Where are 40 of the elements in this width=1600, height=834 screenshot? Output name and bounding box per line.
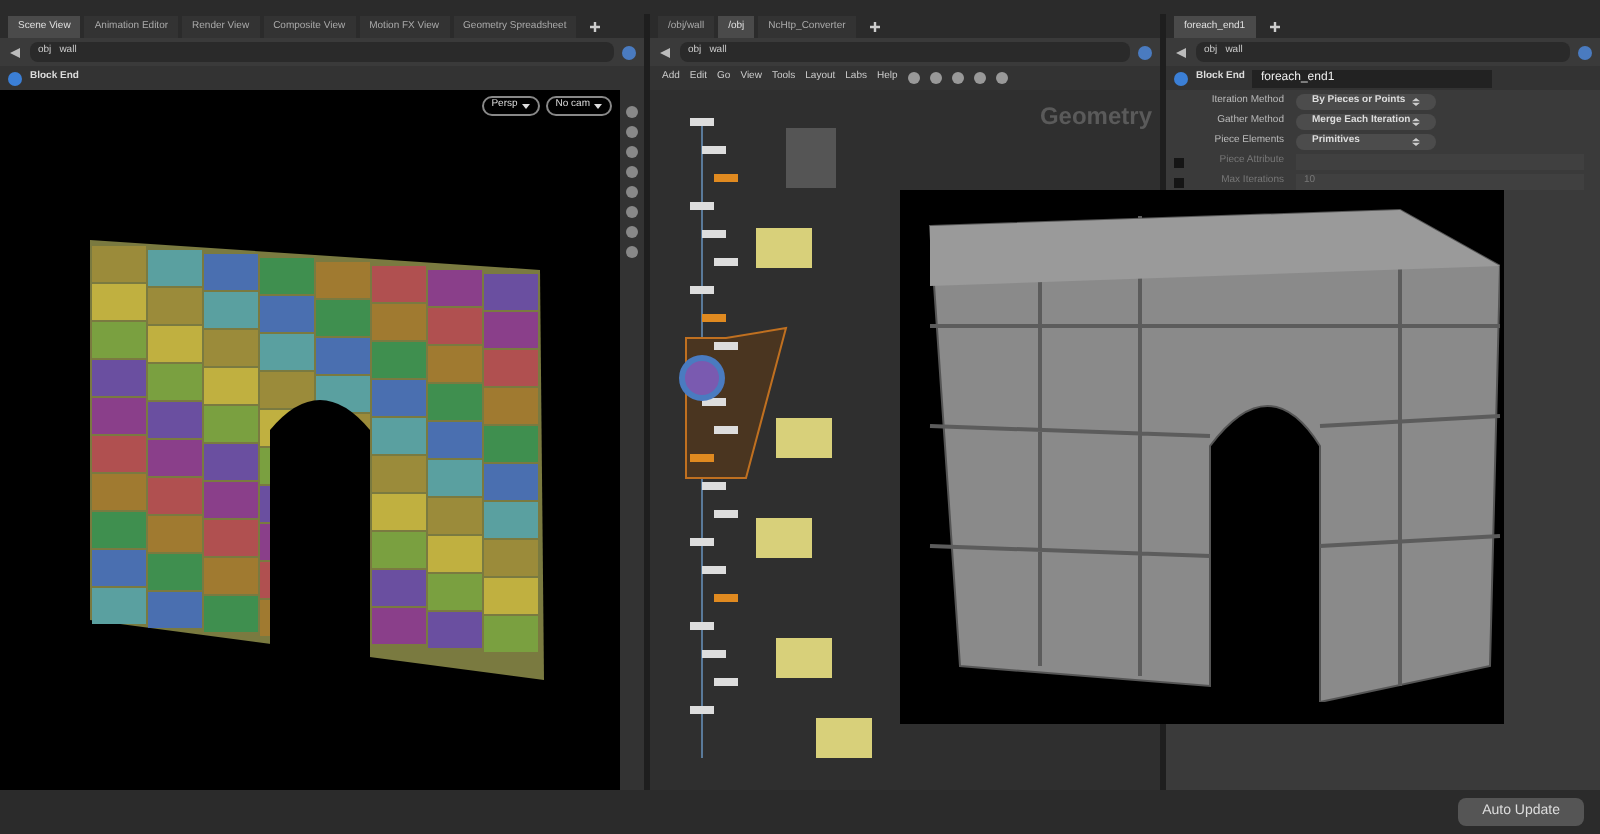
- sticky-note: [776, 638, 832, 678]
- node-type-icon: [1174, 71, 1188, 85]
- spinner-arrows-icon: [1412, 98, 1420, 106]
- spinner-arrows-icon: [1412, 118, 1420, 126]
- graph-node: [702, 146, 726, 154]
- graph-node: [702, 230, 726, 238]
- graph-node: [702, 566, 726, 574]
- sticky-note: [756, 228, 812, 268]
- caret-icon: [521, 101, 530, 110]
- sticky-note: [776, 418, 832, 458]
- add-tab-icon[interactable]: [867, 20, 882, 34]
- add-tab-icon[interactable]: [1267, 20, 1282, 34]
- graph-node: [714, 510, 738, 518]
- graph-node: [690, 706, 714, 714]
- graph-node: [702, 314, 726, 322]
- graph-node: [714, 426, 738, 434]
- graph-node: [714, 258, 738, 266]
- graph-node: [702, 650, 726, 658]
- sticky-note: [756, 518, 812, 558]
- back-arrow-icon[interactable]: [658, 45, 672, 59]
- network-box: [786, 128, 836, 188]
- graph-node: [702, 482, 726, 490]
- node-type-icon: [8, 71, 22, 85]
- graph-node: [714, 678, 738, 686]
- spinner-arrows-icon: [1412, 138, 1420, 146]
- graph-node: [714, 174, 738, 182]
- graph-node: [690, 622, 714, 630]
- sticky-note: [816, 718, 872, 758]
- back-arrow-icon[interactable]: [8, 45, 22, 59]
- graph-node: [714, 342, 738, 350]
- caret-icon: [594, 101, 602, 110]
- graph-node: [690, 118, 714, 126]
- graph-node: [690, 286, 714, 294]
- graph-node: [690, 538, 714, 546]
- graph-node: [714, 594, 738, 602]
- add-tab-icon[interactable]: [588, 20, 603, 34]
- graph-node: [690, 454, 714, 462]
- selected-graph-node: [679, 355, 725, 401]
- back-arrow-icon[interactable]: [1174, 45, 1188, 59]
- graph-node: [690, 202, 714, 210]
